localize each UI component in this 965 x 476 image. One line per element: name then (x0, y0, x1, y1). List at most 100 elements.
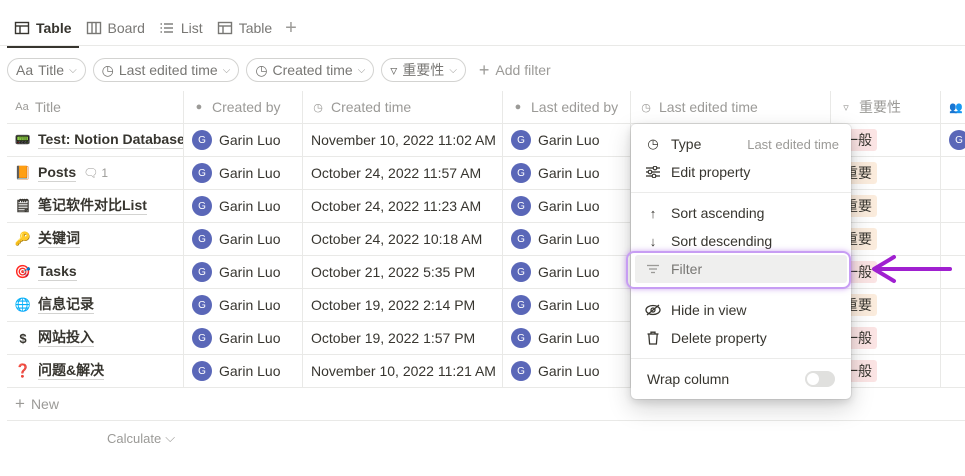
avatar: G (192, 196, 212, 216)
calculate-button[interactable]: Calculate ⌵ (107, 430, 175, 446)
created-time-cell[interactable]: October 19, 2022 1:57 PM (303, 322, 503, 354)
tab-board[interactable]: Board (79, 12, 152, 44)
menu-item-sort-ascending[interactable]: ↑ Sort ascending (635, 199, 847, 227)
avatar: G (192, 295, 212, 315)
created-time-value: October 21, 2022 5:35 PM (311, 264, 476, 280)
page-title[interactable]: Tasks (38, 263, 77, 281)
add-view-button[interactable]: + (279, 18, 303, 38)
people-cell[interactable] (941, 190, 965, 222)
page-title[interactable]: 关键词 (38, 230, 80, 248)
avatar: G (511, 229, 531, 249)
comment-count-value: 1 (101, 166, 109, 180)
column-header-importance[interactable]: ▿ 重要性 (831, 90, 941, 124)
column-header-last-edited-time[interactable]: ◷ Last edited time (631, 90, 831, 124)
column-header-last-edited-by[interactable]: ● Last edited by (503, 90, 631, 124)
tab-table-2[interactable]: Table (210, 12, 279, 44)
menu-item-delete-property[interactable]: Delete property (635, 324, 847, 352)
created-by-cell[interactable]: G Garin Luo (184, 289, 303, 321)
tab-table[interactable]: Table (7, 12, 79, 48)
filter-chip-title[interactable]: Aa Title ⌵ (7, 58, 86, 82)
created-time-cell[interactable]: October 21, 2022 5:35 PM (303, 256, 503, 288)
tab-label: Board (107, 19, 145, 36)
people-cell[interactable] (941, 322, 965, 354)
created-time-cell[interactable]: October 24, 2022 11:57 AM (303, 157, 503, 189)
created-by-cell[interactable]: G Garin Luo (184, 355, 303, 387)
chevron-down-icon: ⌵ (449, 64, 457, 76)
created-time-cell[interactable]: October 19, 2022 2:14 PM (303, 289, 503, 321)
column-header-created-by[interactable]: ● Created by (184, 90, 303, 124)
column-header-people[interactable]: 👥 (941, 91, 965, 124)
tab-label: List (180, 19, 203, 36)
last-edited-by-cell[interactable]: G Garin Luo (503, 289, 631, 321)
add-filter-button[interactable]: + Add filter (473, 61, 557, 79)
created-time-cell[interactable]: October 24, 2022 10:18 AM (303, 223, 503, 255)
title-cell[interactable]: ❓ 问题&解决 (7, 355, 184, 387)
last-edited-by-cell[interactable]: G Garin Luo (503, 223, 631, 255)
filter-bar: Aa Title ⌵ ◷ Last edited time ⌵ ◷ Create… (7, 58, 557, 82)
title-cell[interactable]: 🗒 笔记软件对比List (7, 190, 184, 222)
wrap-column-toggle[interactable] (805, 371, 835, 387)
title-cell[interactable]: 📙 Posts 🗨 1 (7, 157, 184, 189)
tab-list[interactable]: List (152, 12, 210, 44)
created-by-cell[interactable]: G Garin Luo (184, 256, 303, 288)
created-time-cell[interactable]: November 10, 2022 11:02 AM (303, 124, 503, 156)
column-header-created-time[interactable]: ◷ Created time (303, 90, 503, 124)
title-cell[interactable]: 🌐 信息记录 (7, 289, 184, 321)
menu-item-type[interactable]: ◷ Type Last edited time (635, 130, 847, 158)
person-icon: ● (514, 101, 522, 113)
last-edited-by-cell[interactable]: G Garin Luo (503, 355, 631, 387)
menu-item-hide-in-view[interactable]: Hide in view (635, 296, 847, 324)
people-cell[interactable] (941, 223, 965, 255)
filter-chip-importance[interactable]: ▿ 重要性 ⌵ (381, 58, 466, 82)
created-by-cell[interactable]: G Garin Luo (184, 322, 303, 354)
person-name: Garin Luo (219, 363, 281, 379)
title-cell[interactable]: 🎯 Tasks (7, 256, 184, 288)
tab-label: Table (238, 19, 273, 36)
title-cell[interactable]: 🔑 关键词 (7, 223, 184, 255)
page-title[interactable]: 笔记软件对比List (38, 197, 147, 215)
tab-label: Table (36, 19, 72, 36)
people-cell[interactable] (941, 256, 965, 288)
last-edited-by-cell[interactable]: G Garin Luo (503, 190, 631, 222)
menu-item-wrap-column[interactable]: Wrap column (635, 365, 847, 393)
people-cell[interactable]: G (941, 124, 965, 156)
menu-item-label: Sort descending (671, 233, 773, 249)
text-type-icon: Aa (16, 62, 34, 78)
chip-label: Title (38, 62, 65, 78)
menu-item-edit-property[interactable]: Edit property (635, 158, 847, 186)
title-cell[interactable]: 📟 Test: Notion Database (7, 124, 184, 156)
menu-divider (631, 192, 851, 193)
people-cell[interactable] (941, 157, 965, 189)
menu-item-filter[interactable]: Filter (635, 255, 847, 283)
last-edited-by-cell[interactable]: G Garin Luo (503, 124, 631, 156)
page-title[interactable]: 问题&解决 (38, 362, 105, 380)
created-time-cell[interactable]: November 10, 2022 11:21 AM (303, 355, 503, 387)
page-icon: 📟 (14, 132, 32, 147)
last-edited-by-cell[interactable]: G Garin Luo (503, 157, 631, 189)
created-time-cell[interactable]: October 24, 2022 11:23 AM (303, 190, 503, 222)
comment-count[interactable]: 🗨 1 (83, 166, 108, 180)
title-cell[interactable]: $ 网站投入 (7, 322, 184, 354)
filter-chip-last-edited-time[interactable]: ◷ Last edited time ⌵ (92, 58, 240, 82)
people-cell[interactable] (941, 289, 965, 321)
menu-item-sort-descending[interactable]: ↓ Sort descending (635, 227, 847, 255)
page-title[interactable]: 网站投入 (38, 329, 94, 347)
people-cell[interactable] (941, 355, 965, 387)
created-by-cell[interactable]: G Garin Luo (184, 157, 303, 189)
created-by-cell[interactable]: G Garin Luo (184, 223, 303, 255)
last-edited-by-cell[interactable]: G Garin Luo (503, 322, 631, 354)
column-header-title[interactable]: Aa Title (7, 90, 184, 124)
page-icon: 🌐 (14, 297, 32, 312)
filter-chip-created-time[interactable]: ◷ Created time ⌵ (246, 58, 375, 82)
last-edited-by-cell[interactable]: G Garin Luo (503, 256, 631, 288)
menu-item-hint: Last edited time (747, 136, 839, 152)
clock-icon: ◷ (101, 61, 114, 78)
page-icon: 🎯 (14, 264, 32, 279)
created-by-cell[interactable]: G Garin Luo (184, 190, 303, 222)
page-title[interactable]: 信息记录 (38, 296, 94, 314)
page-title[interactable]: Test: Notion Database (38, 131, 183, 149)
table-icon (14, 21, 30, 34)
created-by-cell[interactable]: G Garin Luo (184, 124, 303, 156)
column-label: Last edited by (531, 99, 619, 115)
page-title[interactable]: Posts (38, 164, 77, 182)
